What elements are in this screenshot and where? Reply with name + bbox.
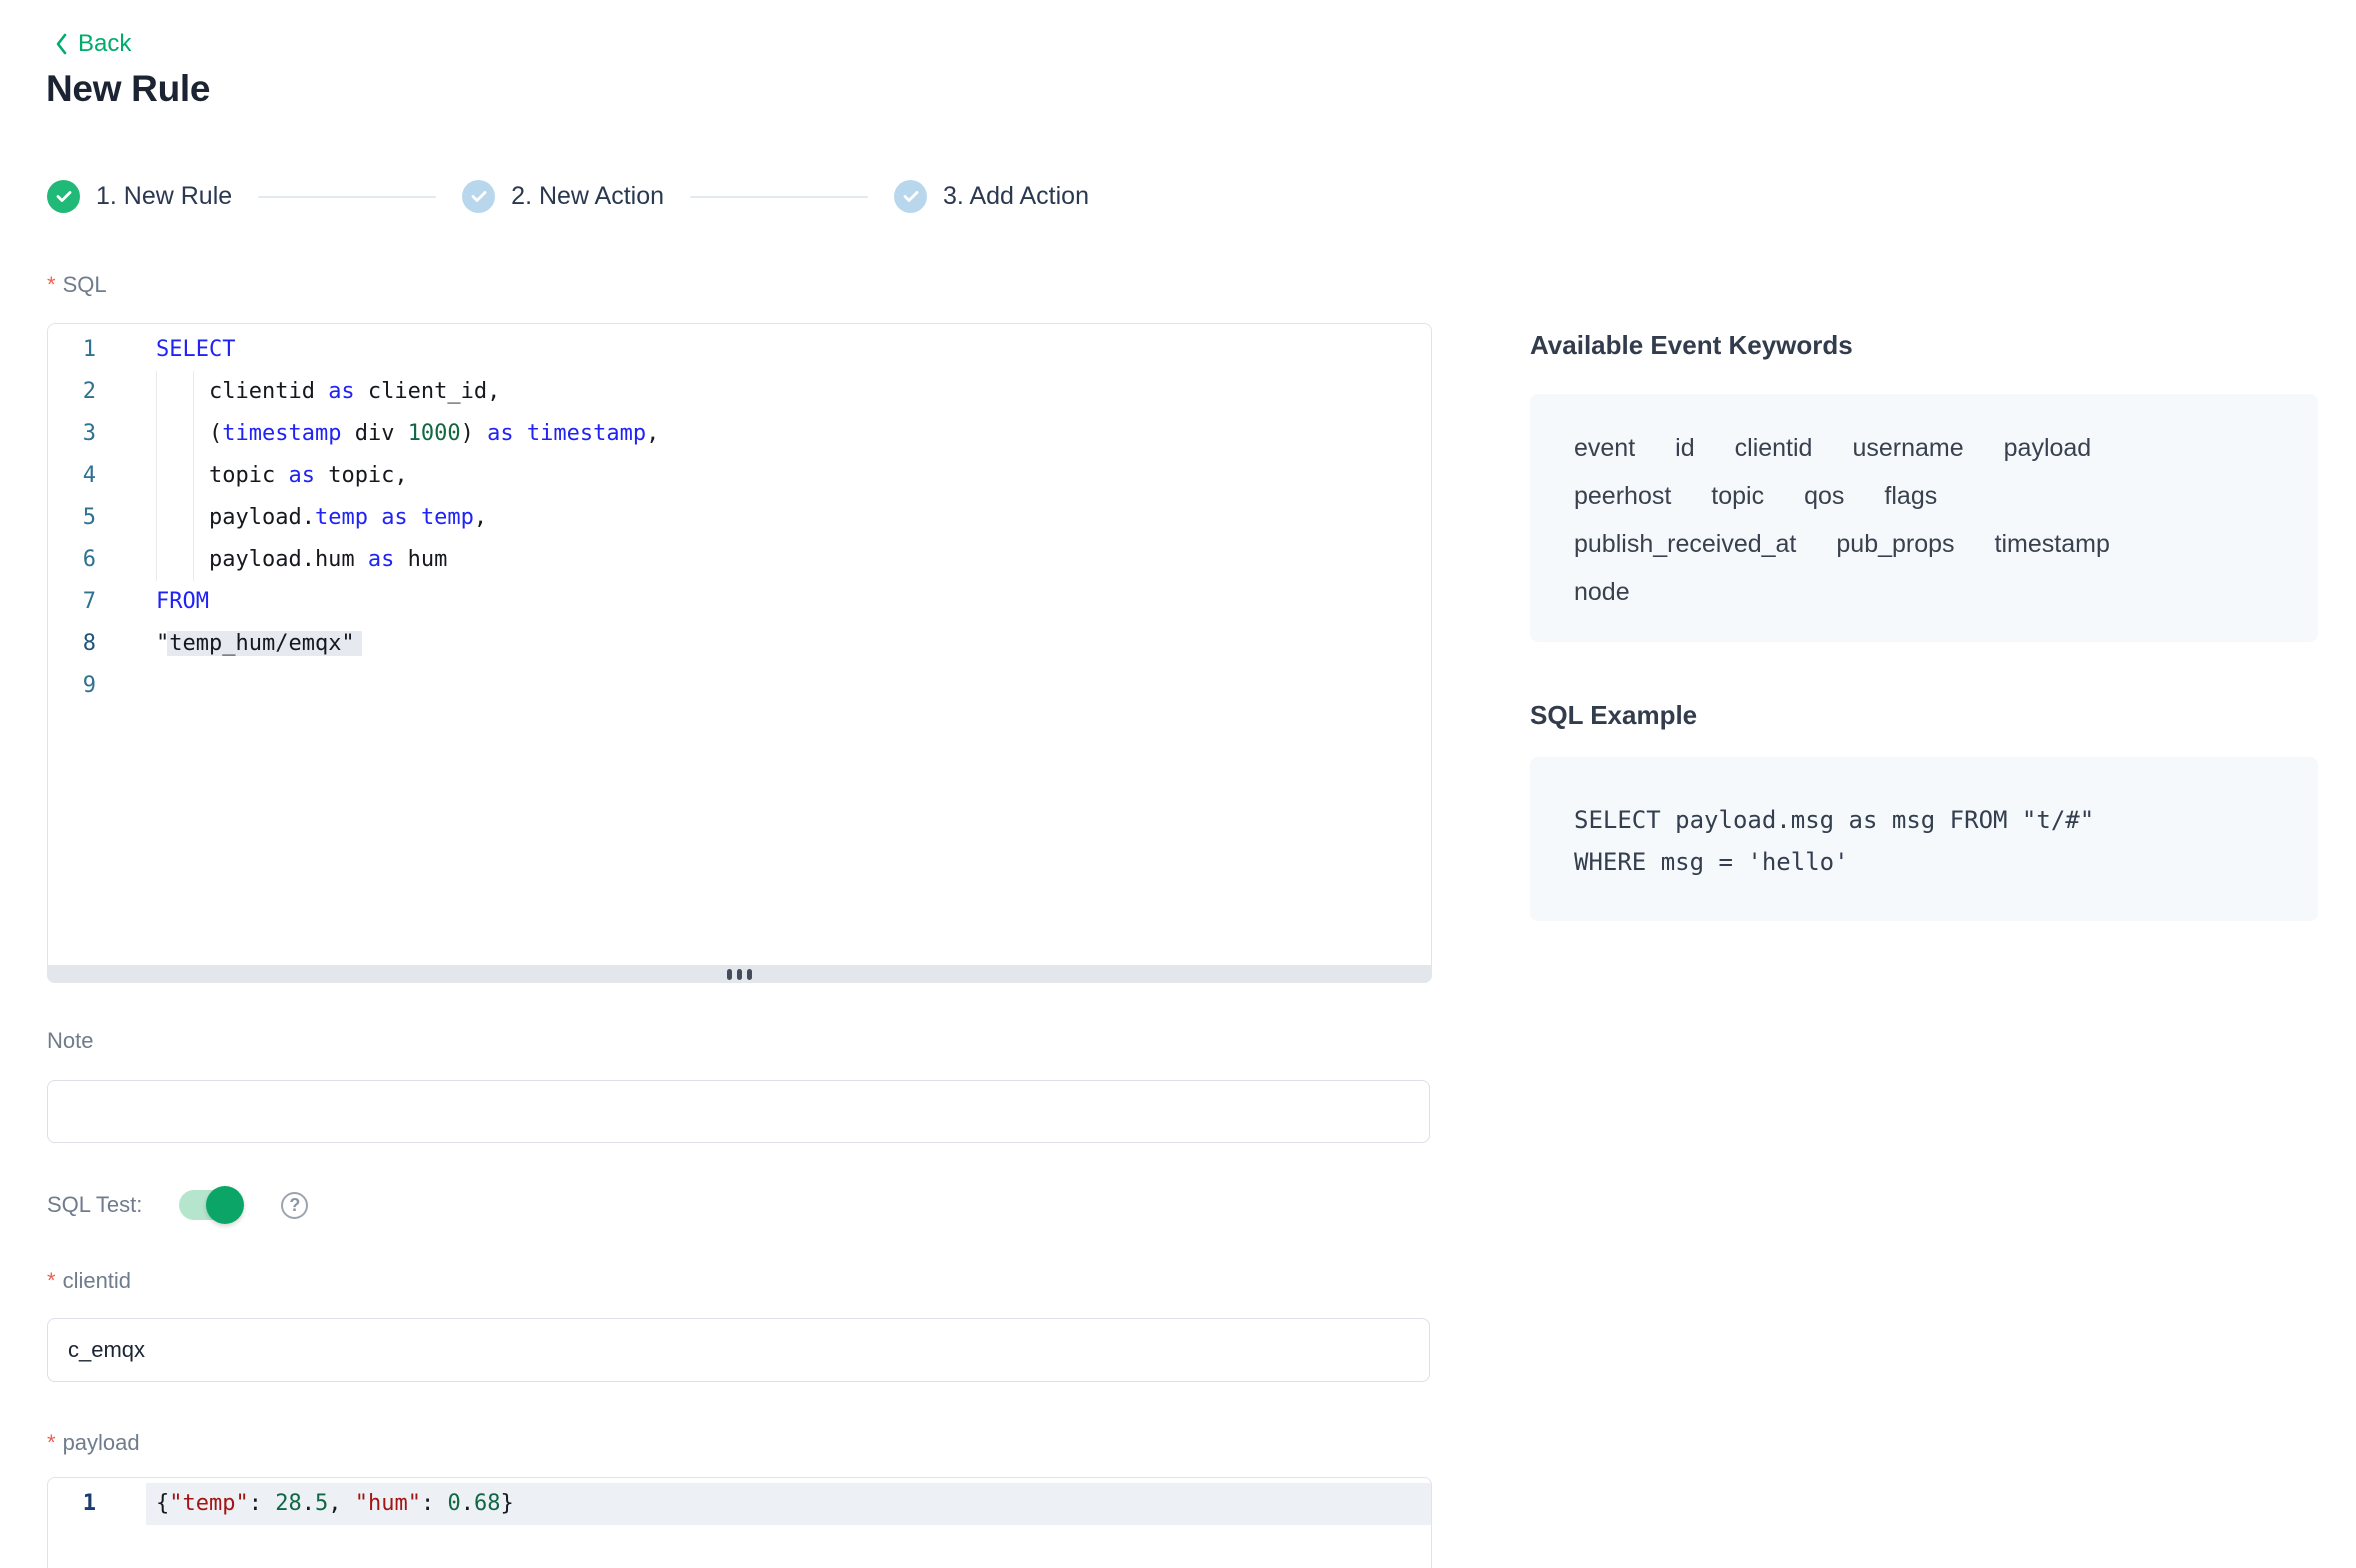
sql-field-label: * SQL xyxy=(47,272,107,298)
line-number: 1 xyxy=(48,1483,96,1525)
stepper-connector xyxy=(258,196,436,198)
sql-line-3: 3 (timestamp div 1000) as timestamp, xyxy=(48,413,1431,455)
code-text: payload.hum as hum xyxy=(156,539,1415,581)
sql-example-title: SQL Example xyxy=(1530,700,2318,730)
required-asterisk: * xyxy=(47,1268,56,1293)
event-keyword: qos xyxy=(1804,472,1844,520)
help-icon[interactable]: ? xyxy=(281,1192,308,1219)
event-keyword: username xyxy=(1852,424,1963,472)
event-keyword: peerhost xyxy=(1574,472,1671,520)
toggle-knob xyxy=(206,1186,244,1224)
event-keyword: flags xyxy=(1884,472,1937,520)
sql-line-7: 7 FROM xyxy=(48,581,1431,623)
keyword-row: node xyxy=(1574,568,2274,616)
keyword-row: publish_received_at pub_props timestamp xyxy=(1574,520,2274,568)
stepper: 1. New Rule 2. New Action 3. Add Action xyxy=(47,180,1089,213)
sql-editor[interactable]: 1SELECT2 clientid as client_id,3 (timest… xyxy=(47,323,1432,983)
step-check-icon xyxy=(56,190,72,203)
keyword-row: peerhost topic qos flags xyxy=(1574,472,2274,520)
event-keyword: id xyxy=(1675,424,1694,472)
keywords-panel: eventid clientid username payload peerhost to… xyxy=(1530,394,2318,642)
sql-line-6: 6 payload.hum as hum xyxy=(48,539,1431,581)
sql-test-row: SQL Test: ? xyxy=(47,1186,308,1224)
page-title: New Rule xyxy=(46,68,210,110)
required-asterisk: * xyxy=(47,272,56,297)
line-number: 8 xyxy=(48,623,96,665)
payload-label-text: payload xyxy=(63,1430,140,1455)
required-asterisk: * xyxy=(47,1430,56,1455)
step-check-icon xyxy=(471,190,487,203)
line-number: 1 xyxy=(48,329,96,371)
code-text: clientid as client_id, xyxy=(156,371,1415,413)
code-text: SELECT xyxy=(156,329,1415,371)
sql-line-2: 2 clientid as client_id, xyxy=(48,371,1431,413)
sql-line-9: 9 xyxy=(48,665,1431,707)
code-text: (timestamp div 1000) as timestamp, xyxy=(156,413,1415,455)
sql-label-text: SQL xyxy=(63,272,107,297)
stepper-step-2[interactable]: 2. New Action xyxy=(462,180,664,213)
step-label: 1. New Rule xyxy=(96,182,232,211)
note-input[interactable] xyxy=(47,1080,1430,1143)
payload-line-1: 1 {"temp": 28.5, "hum": 0.68} xyxy=(48,1483,1431,1525)
step-label: 3. Add Action xyxy=(943,182,1089,211)
sql-example-code-line: WHERE msg = 'hello' xyxy=(1574,841,2274,883)
drag-handle-dot-icon xyxy=(727,969,732,980)
clientid-label-text: clientid xyxy=(63,1268,131,1293)
keyword-row: eventid clientid username payload xyxy=(1574,424,2274,472)
step-check-icon xyxy=(903,190,919,203)
line-number: 6 xyxy=(48,539,96,581)
step-status-circle xyxy=(47,180,80,213)
right-help-panel: Available Event Keywords eventid clientid… xyxy=(1530,330,2318,921)
line-number: 5 xyxy=(48,497,96,539)
drag-handle-dot-icon xyxy=(737,969,742,980)
code-text: payload.temp as temp, xyxy=(156,497,1415,539)
clientid-input[interactable] xyxy=(47,1318,1430,1382)
stepper-connector xyxy=(690,196,868,198)
event-keyword: pub_props xyxy=(1836,520,1954,568)
payload-field-label: * payload xyxy=(47,1430,140,1456)
event-keyword: clientid xyxy=(1735,424,1813,472)
code-text: {"temp": 28.5, "hum": 0.68} xyxy=(156,1483,1415,1525)
line-number: 9 xyxy=(48,665,96,707)
sql-test-toggle[interactable] xyxy=(179,1190,241,1220)
sql-example-panel: SELECT payload.msg as msg FROM "t/#"WHER… xyxy=(1530,757,2318,921)
event-keyword: topic xyxy=(1711,472,1764,520)
sql-test-label: SQL Test: xyxy=(47,1192,142,1218)
note-field-label: Note xyxy=(47,1028,93,1054)
event-keyword: publish_received_at xyxy=(1574,520,1796,568)
back-link[interactable]: Back xyxy=(54,30,131,58)
step-status-circle xyxy=(894,180,927,213)
sql-example-code-line: SELECT payload.msg as msg FROM "t/#" xyxy=(1574,799,2274,841)
code-text: "temp_hum/emqx" xyxy=(156,623,1415,665)
step-status-circle xyxy=(462,180,495,213)
line-number: 2 xyxy=(48,371,96,413)
event-keyword: node xyxy=(1574,568,1630,616)
event-keyword: timestamp xyxy=(1995,520,2110,568)
stepper-step-1[interactable]: 1. New Rule xyxy=(47,180,232,213)
back-label: Back xyxy=(78,30,131,58)
clientid-field-label: * clientid xyxy=(47,1268,131,1294)
drag-handle-dot-icon xyxy=(747,969,752,980)
event-keyword: event xyxy=(1574,424,1635,472)
line-number: 4 xyxy=(48,455,96,497)
line-number: 3 xyxy=(48,413,96,455)
sql-line-5: 5 payload.temp as temp, xyxy=(48,497,1431,539)
line-number: 7 xyxy=(48,581,96,623)
code-text: topic as topic, xyxy=(156,455,1415,497)
event-keyword: payload xyxy=(2004,424,2092,472)
back-chevron-icon xyxy=(54,32,68,56)
stepper-step-3[interactable]: 3. Add Action xyxy=(894,180,1089,213)
sql-editor-resize-handle[interactable] xyxy=(47,965,1432,983)
new-rule-page: Back New Rule 1. New Rule 2. New Action 3.… xyxy=(0,0,2356,1568)
sql-line-4: 4 topic as topic, xyxy=(48,455,1431,497)
payload-editor[interactable]: 1 {"temp": 28.5, "hum": 0.68} xyxy=(47,1477,1432,1568)
keywords-panel-title: Available Event Keywords xyxy=(1530,330,2318,360)
sql-line-8: 8 "temp_hum/emqx" xyxy=(48,623,1431,665)
sql-line-1: 1 SELECT xyxy=(48,329,1431,371)
code-text: FROM xyxy=(156,581,1415,623)
step-label: 2. New Action xyxy=(511,182,664,211)
